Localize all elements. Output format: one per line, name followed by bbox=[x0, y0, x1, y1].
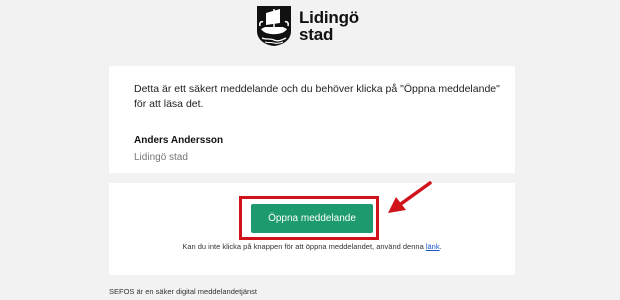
action-card: Öppna meddelande Kan du inte klicka på k… bbox=[109, 183, 515, 275]
brand-name-line2: stad bbox=[299, 25, 334, 44]
brand-name: Lidingö stad bbox=[299, 9, 359, 43]
brand-logo: Lidingö stad bbox=[256, 4, 359, 48]
footer-text: SEFOS är en säker digital meddelandetjän… bbox=[109, 287, 257, 296]
help-text-suffix: . bbox=[439, 242, 442, 251]
sender-name: Anders Andersson bbox=[134, 135, 224, 146]
open-message-link[interactable]: länk bbox=[426, 242, 440, 251]
help-text-body: Kan du inte klicka på knappen för att öp… bbox=[182, 242, 426, 251]
open-message-button[interactable]: Öppna meddelande bbox=[251, 204, 373, 233]
message-body: Detta är ett säkert meddelande och du be… bbox=[134, 83, 500, 110]
sender-block: Anders Andersson Lidingö stad bbox=[134, 134, 223, 165]
brand-name-line1: Lidingö bbox=[299, 8, 359, 27]
lidingo-crest-icon bbox=[257, 6, 291, 46]
message-card: Detta är ett säkert meddelande och du be… bbox=[109, 66, 515, 173]
help-text: Kan du inte klicka på knappen för att öp… bbox=[109, 241, 515, 253]
sender-organization: Lidingö stad bbox=[134, 152, 188, 163]
red-arrow-icon bbox=[388, 181, 432, 213]
